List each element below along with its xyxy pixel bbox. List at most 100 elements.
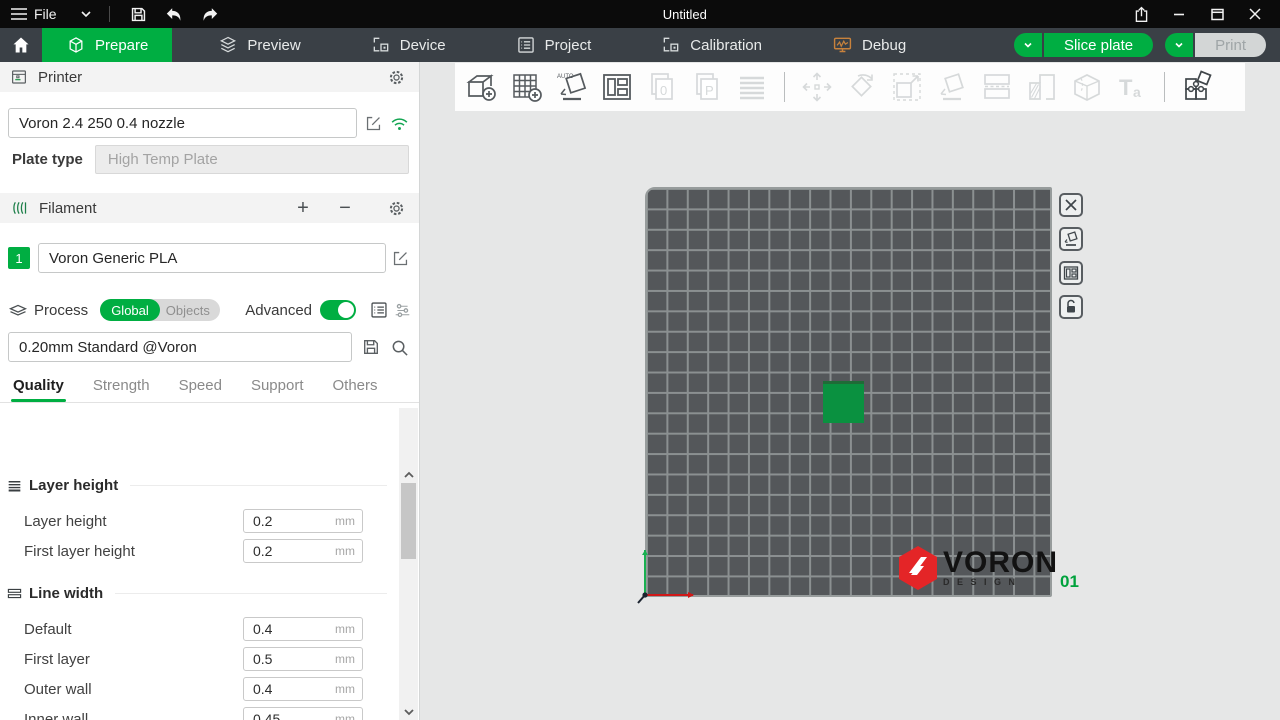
arrange-button[interactable]: [599, 69, 635, 105]
remove-filament-button[interactable]: −: [334, 198, 356, 218]
gear-icon[interactable]: [388, 200, 405, 217]
voron-logo: VORON DESIGN: [897, 545, 1058, 591]
file-menu-label: File: [34, 6, 57, 22]
param-input[interactable]: 0.4 mm: [243, 617, 363, 641]
print-dropdown[interactable]: [1165, 33, 1193, 57]
param-input[interactable]: 0.2 mm: [243, 539, 363, 563]
add-filament-button[interactable]: +: [292, 198, 314, 218]
publish-button[interactable]: [1124, 1, 1158, 27]
scope-objects-button[interactable]: Objects: [160, 303, 220, 318]
add-plate-button[interactable]: [509, 69, 545, 105]
param-unit: mm: [335, 652, 355, 666]
build-plate[interactable]: VORON DESIGN: [645, 187, 1052, 597]
delete-plate-button[interactable]: [1059, 193, 1083, 217]
copy-button[interactable]: 0: [644, 69, 680, 105]
tab-calibration[interactable]: Calibration: [637, 28, 786, 62]
slice-plate-dropdown[interactable]: [1014, 33, 1042, 57]
lock-plate-button[interactable]: [1059, 295, 1083, 319]
param-input[interactable]: 0.2 mm: [243, 509, 363, 533]
group-line-width: Line width: [0, 580, 399, 606]
chevron-down-icon[interactable]: [79, 7, 93, 21]
tab-debug[interactable]: Debug: [808, 28, 930, 62]
scope-global-button[interactable]: Global: [100, 299, 160, 321]
assembly-button[interactable]: [1179, 69, 1215, 105]
undo-button[interactable]: [160, 1, 188, 27]
layers-table-button[interactable]: [734, 69, 770, 105]
mesh-boolean-button[interactable]: [1069, 69, 1105, 105]
calibration-icon: [661, 35, 681, 55]
tab-preview[interactable]: Preview: [194, 28, 324, 62]
tab-strength[interactable]: Strength: [93, 377, 150, 402]
tab-calibration-label: Calibration: [690, 37, 762, 54]
printer-preset-combobox[interactable]: Voron 2.4 250 0.4 nozzle: [8, 108, 357, 138]
scroll-down-icon[interactable]: [403, 708, 415, 716]
param-label: Outer wall: [0, 681, 92, 698]
arrange-plate-icon: [1063, 265, 1079, 281]
param-input[interactable]: 0.4 mm: [243, 677, 363, 701]
tab-quality[interactable]: Quality: [13, 377, 64, 402]
edit-icon[interactable]: [365, 115, 382, 132]
param-unit: mm: [335, 544, 355, 558]
filament-preset-value: Voron Generic PLA: [49, 250, 177, 267]
print-button[interactable]: Print: [1195, 33, 1266, 57]
add-object-icon: [465, 70, 499, 104]
scroll-up-icon[interactable]: [403, 471, 415, 479]
param-label: Default: [0, 621, 72, 638]
text-tool-button[interactable]: Ta: [1114, 69, 1150, 105]
tab-others[interactable]: Others: [333, 377, 378, 402]
tab-support[interactable]: Support: [251, 377, 304, 402]
param-unit: mm: [335, 622, 355, 636]
sidebar-scrollbar[interactable]: [399, 408, 418, 720]
tab-device[interactable]: Device: [347, 28, 470, 62]
plate-type-select[interactable]: High Temp Plate: [95, 145, 409, 174]
model-object-cube[interactable]: [823, 381, 864, 423]
save-preset-icon[interactable]: [362, 338, 380, 356]
process-row: Process Global Objects Advanced: [0, 299, 419, 321]
parameter-table-icon[interactable]: [370, 301, 388, 319]
scale-button[interactable]: [889, 69, 925, 105]
arrange-plate-button[interactable]: [1059, 261, 1083, 285]
lay-on-face-button[interactable]: [934, 69, 970, 105]
minimize-button[interactable]: [1162, 1, 1196, 27]
split-to-parts-button[interactable]: [1024, 69, 1060, 105]
home-button[interactable]: [0, 28, 42, 62]
file-menu[interactable]: File: [10, 6, 57, 22]
param-input[interactable]: 0.5 mm: [243, 647, 363, 671]
rotate-button[interactable]: [844, 69, 880, 105]
slice-plate-label: Slice plate: [1064, 37, 1133, 54]
move-button[interactable]: [799, 69, 835, 105]
maximize-button[interactable]: [1200, 1, 1234, 27]
tab-prepare[interactable]: Prepare: [42, 28, 172, 62]
param-row: Inner wall 0.45 mm: [0, 704, 399, 720]
param-unit: mm: [335, 682, 355, 696]
process-preset-combobox[interactable]: 0.20mm Standard @Voron: [8, 332, 352, 362]
search-icon[interactable]: [390, 338, 409, 357]
gear-icon[interactable]: [388, 69, 405, 86]
close-button[interactable]: [1238, 1, 1272, 27]
wifi-icon[interactable]: [390, 115, 409, 132]
param-input[interactable]: 0.45 mm: [243, 707, 363, 720]
redo-button[interactable]: [196, 1, 224, 27]
filament-section-header: Filament + −: [0, 193, 419, 223]
save-button[interactable]: [126, 1, 152, 27]
auto-orient-button[interactable]: AUTO: [554, 69, 590, 105]
move-icon: [800, 70, 834, 104]
tab-speed[interactable]: Speed: [179, 377, 222, 402]
scrollbar-thumb[interactable]: [401, 483, 416, 559]
add-object-button[interactable]: [464, 69, 500, 105]
viewport-toolbar: AUTO 0 P: [455, 63, 1245, 111]
parameter-settings-icon[interactable]: [394, 302, 411, 319]
split-to-objects-button[interactable]: [979, 69, 1015, 105]
orient-plate-button[interactable]: [1059, 227, 1083, 251]
param-row: Default 0.4 mm: [0, 614, 399, 644]
tab-project[interactable]: Project: [492, 28, 616, 62]
mesh-boolean-icon: [1070, 70, 1104, 104]
viewport-3d[interactable]: AUTO 0 P: [421, 62, 1280, 720]
advanced-toggle[interactable]: [320, 300, 356, 320]
tab-project-label: Project: [545, 37, 592, 54]
paste-button[interactable]: P: [689, 69, 725, 105]
layers-icon: [218, 35, 238, 55]
edit-icon[interactable]: [392, 250, 409, 267]
slice-plate-button[interactable]: Slice plate: [1044, 33, 1153, 57]
filament-preset-combobox[interactable]: Voron Generic PLA: [38, 243, 386, 273]
